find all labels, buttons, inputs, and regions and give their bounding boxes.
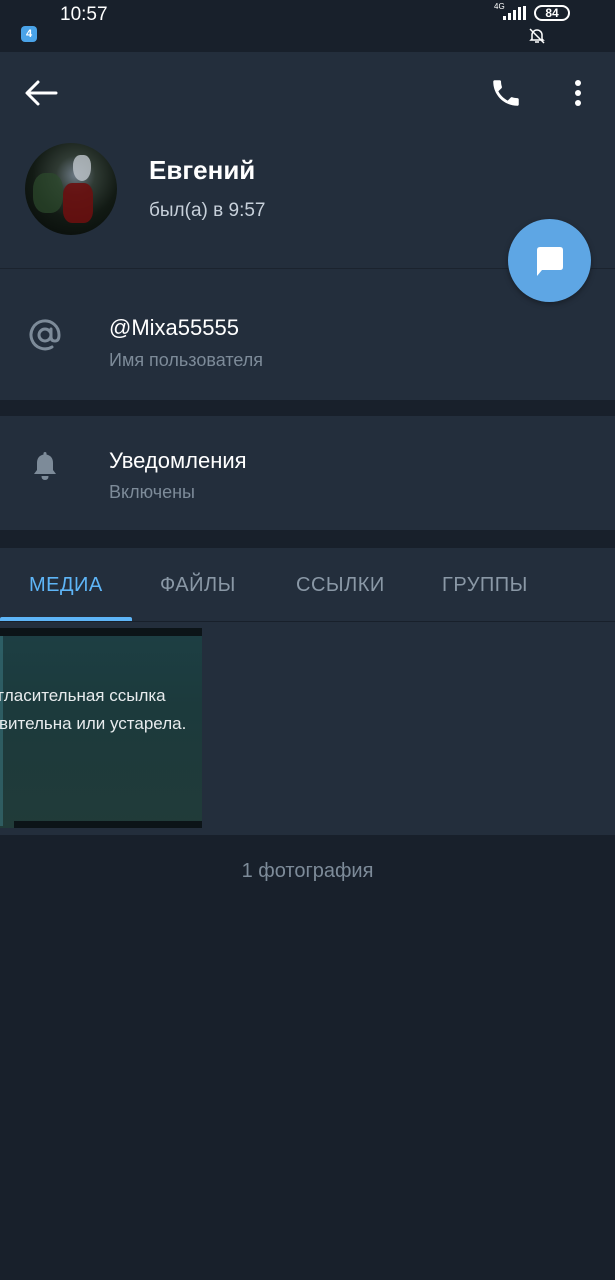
profile-name: Евгений xyxy=(149,155,256,185)
notifications-row[interactable]: Уведомления Включены xyxy=(0,416,615,530)
shared-media-tabs: МЕДИА ФАЙЛЫ ССЫЛКИ ГРУППЫ xyxy=(0,548,615,622)
status-bar: 10:57 4 4G 84 xyxy=(0,0,615,52)
last-seen-status: был(а) в 9:57 xyxy=(149,200,266,221)
photo-count-label: 1 фотография xyxy=(241,860,374,882)
avatar[interactable] xyxy=(25,143,117,235)
notifications-status: Включены xyxy=(109,482,195,502)
send-message-button[interactable] xyxy=(508,219,591,302)
bell-icon xyxy=(34,452,56,480)
tab-groups[interactable]: ГРУППЫ xyxy=(442,574,528,597)
thumbnail-text-line: вительна или устарела. xyxy=(0,714,187,733)
thumbnail-text-line: гласительная ссылка xyxy=(0,686,166,705)
alarm-off-icon xyxy=(529,28,545,44)
username-label: Имя пользователя xyxy=(109,350,264,370)
username-value: @Mixa55555 xyxy=(109,315,239,340)
more-vertical-icon[interactable] xyxy=(566,78,590,108)
media-thumbnail[interactable]: гласительная ссылка вительна или устарел… xyxy=(0,628,202,828)
battery-indicator: 84 xyxy=(534,5,570,21)
app-notification-icon: 4 xyxy=(21,26,37,42)
signal-icon xyxy=(503,6,526,20)
tab-media[interactable]: МЕДИА xyxy=(29,574,103,597)
arrow-left-icon[interactable] xyxy=(24,79,58,107)
media-grid: гласительная ссылка вительна или устарел… xyxy=(0,622,615,835)
chat-bubble-icon xyxy=(537,247,563,276)
phone-icon[interactable] xyxy=(489,76,523,110)
tab-files[interactable]: ФАЙЛЫ xyxy=(160,574,236,597)
notifications-title: Уведомления xyxy=(109,448,247,473)
tab-links[interactable]: ССЫЛКИ xyxy=(296,574,385,597)
battery-level: 84 xyxy=(545,6,559,20)
at-sign-icon xyxy=(29,319,61,351)
status-time: 10:57 xyxy=(60,4,108,25)
active-tab-indicator xyxy=(0,617,132,621)
